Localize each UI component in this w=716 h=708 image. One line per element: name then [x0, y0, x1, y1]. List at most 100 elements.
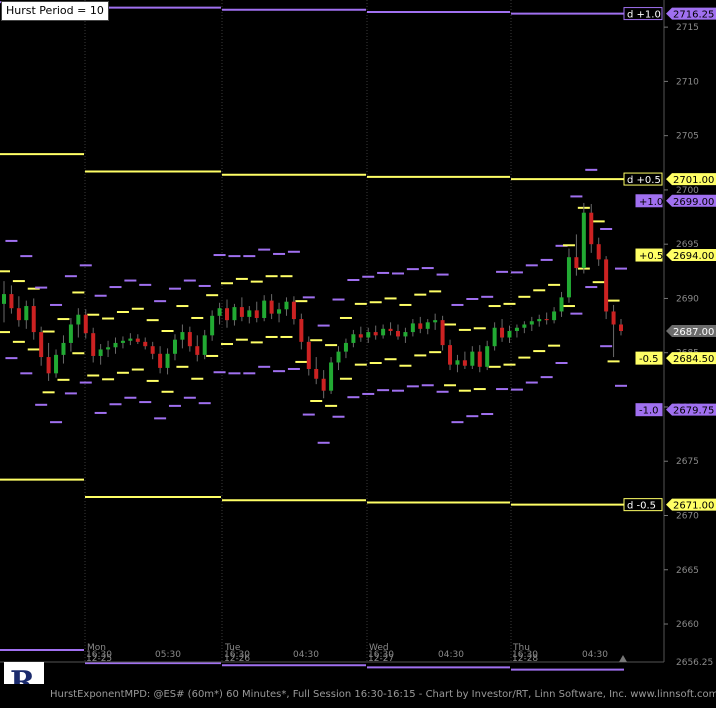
candle-body — [68, 324, 73, 343]
y-tick-label: 2700 — [676, 186, 699, 196]
candle-body — [381, 328, 386, 336]
level-value-label: 2699.00 — [673, 197, 714, 208]
candle-body — [485, 346, 490, 367]
candle-body — [254, 310, 259, 318]
candle-body — [150, 346, 155, 354]
candle-body — [217, 308, 222, 316]
candle-body — [24, 306, 29, 321]
candle-body — [581, 212, 586, 269]
date-label: 12-26 — [224, 654, 250, 664]
chart-footer: HurstExponentMPD: @ES# (60m*) 60 Minutes… — [0, 684, 716, 706]
time-tick-label: 05:30 — [155, 650, 181, 660]
candle-body — [16, 308, 21, 321]
date-label: 12-28 — [512, 654, 538, 664]
level-value-label: 2701.00 — [673, 175, 714, 186]
day-label: Wed — [369, 643, 389, 653]
candle-body — [128, 338, 133, 341]
y-tick-label: 2675 — [676, 457, 699, 467]
candle-body — [544, 319, 549, 321]
last-price-label: 2687.00 — [673, 327, 714, 338]
candle-body — [611, 311, 616, 325]
candle-body — [462, 360, 467, 366]
level-name-label: -0.5 — [639, 354, 659, 365]
candle-body — [2, 294, 6, 304]
candle-body — [314, 368, 319, 379]
candle-body — [277, 309, 282, 314]
level-labels: d +1.0 2716.25 d +0.5 2701.00 +1.0 2699.00 +0.… — [623, 7, 716, 512]
grid-layer — [84, 0, 512, 662]
candle-body — [210, 315, 215, 336]
time-tick-label: 04:30 — [293, 650, 319, 660]
candle-body — [165, 353, 170, 368]
y-tick-label: 2670 — [676, 511, 699, 521]
day-label: Thu — [512, 643, 530, 653]
candlestick-series[interactable] — [2, 202, 623, 399]
level-value-label: 2679.75 — [673, 406, 714, 417]
candle-body — [388, 328, 393, 331]
candle-body — [158, 353, 163, 368]
candle-body — [91, 333, 96, 356]
level-name-label: +0.5 — [639, 251, 663, 262]
candle-body — [269, 300, 274, 314]
candle-body — [596, 244, 601, 260]
candle-body — [373, 332, 378, 336]
y-tick-label-cut: 2656.25 — [676, 658, 713, 668]
candle-body — [574, 257, 579, 269]
footer-caption: HurstExponentMPD: @ES# (60m*) 60 Minutes… — [50, 689, 716, 700]
candle-body — [306, 341, 311, 369]
candle-body — [61, 342, 66, 355]
time-tick-label: 04:30 — [582, 650, 608, 660]
candle-body — [477, 351, 482, 367]
candle-body — [358, 334, 363, 338]
candle-body — [106, 347, 111, 350]
level-name-label: d +1.0 — [627, 10, 661, 21]
candle-body — [537, 319, 542, 322]
candle-body — [566, 257, 571, 298]
candle-body — [187, 332, 192, 347]
y-tick-label: 2660 — [676, 620, 699, 630]
candle-body — [559, 297, 564, 312]
day-label: Mon — [87, 643, 106, 653]
candle-body — [321, 378, 326, 391]
candle-body — [507, 331, 512, 338]
level-value-label: 2671.00 — [673, 501, 714, 512]
hurst-band-markers — [0, 168, 627, 444]
candle-body — [395, 331, 400, 337]
candle-body — [440, 320, 445, 346]
candle-body — [470, 351, 475, 366]
candle-body — [39, 332, 44, 358]
candle-body — [552, 311, 557, 321]
candle-body — [455, 360, 460, 365]
candle-body — [83, 314, 88, 334]
price-chart[interactable]: 2660266526702675268026852690269527002705… — [0, 0, 716, 706]
candle-body — [113, 342, 118, 348]
date-label: 12-27 — [368, 654, 394, 664]
scroll-marker-icon — [619, 655, 627, 662]
candle-body — [180, 332, 185, 340]
candle-body — [366, 332, 371, 338]
y-tick-label: 2705 — [676, 132, 699, 142]
candle-body — [262, 300, 267, 318]
candle-body — [232, 307, 237, 321]
candle-body — [492, 327, 497, 347]
candle-body — [403, 332, 408, 337]
candle-body — [299, 319, 304, 342]
candle-body — [239, 307, 244, 317]
day-label: Tue — [224, 643, 241, 653]
level-name-label: -1.0 — [639, 406, 659, 417]
time-axis[interactable]: 16:30 05:30 16:30 04:30 16:30 04:30 16:30 04:30… — [0, 643, 664, 664]
time-tick-label: 04:30 — [438, 650, 464, 660]
candle-body — [425, 322, 430, 329]
hurst-period-box[interactable]: Hurst Period = 10 — [1, 1, 109, 21]
candle-body — [202, 335, 207, 355]
candle-body — [522, 324, 527, 328]
candle-body — [195, 346, 200, 355]
candle-body — [529, 321, 534, 325]
candle-body — [98, 349, 103, 356]
candle-body — [500, 327, 505, 338]
candle-body — [172, 339, 177, 354]
y-tick-label: 2715 — [676, 23, 699, 33]
y-tick-label: 2710 — [676, 77, 699, 87]
level-name-label: d -0.5 — [627, 501, 656, 512]
candle-body — [54, 354, 59, 374]
